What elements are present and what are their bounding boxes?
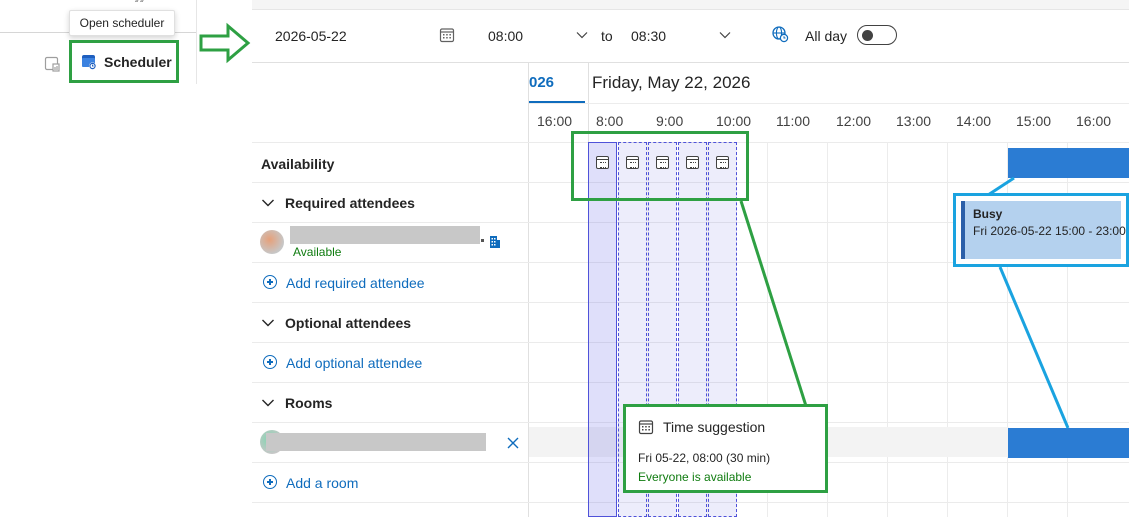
busy-event-body: Busy Fri 2026-05-22 15:00 - 23:00 [961,201,1126,259]
suggestion-detail: Fri 05-22, 08:00 (30 min) [638,451,771,465]
time-suggestion-popup[interactable]: Time suggestion Fri 05-22, 08:00 (30 min… [623,404,828,493]
suggestion-availability: Everyone is available [638,470,752,484]
busy-title: Busy [973,207,1003,221]
busy-detail: Fri 2026-05-22 15:00 - 23:00 [973,224,1126,238]
busy-event-card[interactable]: Busy Fri 2026-05-22 15:00 - 23:00 [953,193,1129,267]
calendar-icon [638,420,654,435]
suggestion-title: Time suggestion [663,419,766,435]
